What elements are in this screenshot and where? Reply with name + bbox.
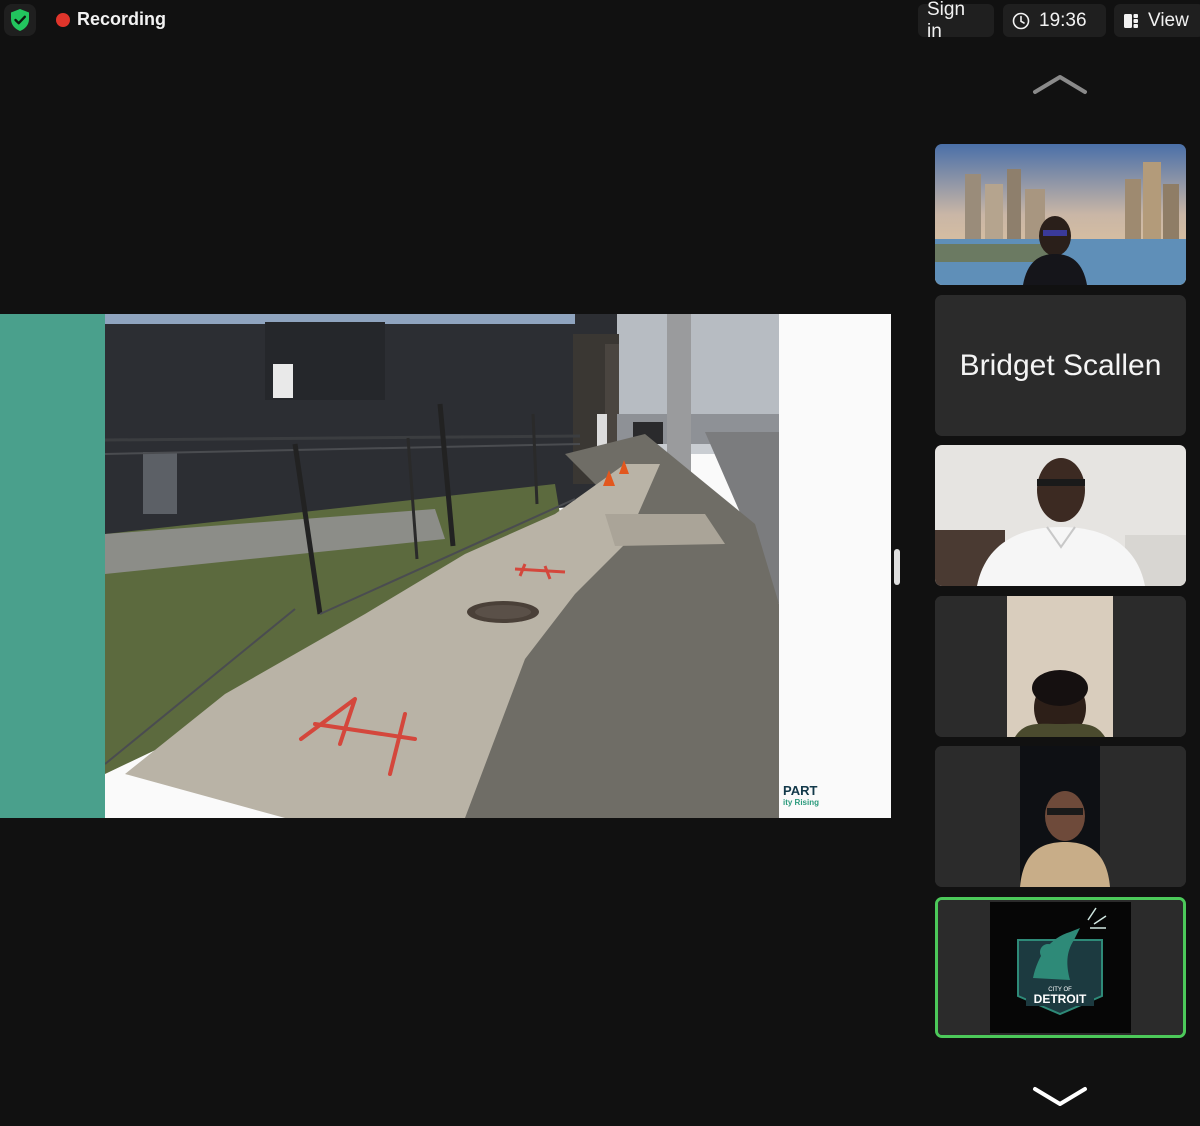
participant-tile-active-speaker[interactable]: CITY OF DETROIT — [935, 897, 1186, 1038]
security-shield-icon[interactable] — [4, 4, 36, 36]
brand-main-text: PART — [783, 783, 818, 798]
meeting-timer: 19:36 — [1003, 4, 1106, 37]
slide-sidewalk-photo — [105, 314, 779, 818]
slide-teal-panel — [0, 314, 105, 818]
recording-dot-icon — [56, 12, 70, 27]
view-layout-icon — [1124, 13, 1138, 28]
participant-video — [935, 445, 1186, 586]
timer-label: 19:36 — [1039, 9, 1087, 31]
participant-tile[interactable]: Bridget Scallen — [935, 295, 1186, 436]
logo-big-text: DETROIT — [1034, 992, 1087, 1006]
brand-sub-text: ity Rising — [783, 798, 820, 807]
recording-label: Recording — [77, 9, 167, 29]
view-label: View — [1148, 9, 1189, 31]
slide-brand-logo: PART ity Rising — [783, 784, 819, 807]
participant-tile[interactable] — [935, 445, 1186, 586]
scroll-down-chevron-icon[interactable] — [1030, 1085, 1090, 1109]
sign-in-button[interactable]: Sign in — [918, 0, 994, 42]
participant-tile[interactable] — [935, 144, 1186, 285]
shared-screen[interactable]: PART ity Rising — [0, 314, 891, 818]
participant-name: Bridget Scallen — [959, 348, 1162, 382]
recording-indicator[interactable]: Recording — [56, 9, 166, 30]
clock-icon — [1012, 12, 1030, 29]
participant-tile[interactable] — [935, 746, 1186, 887]
view-button[interactable]: View — [1114, 4, 1200, 37]
participant-tile[interactable] — [935, 596, 1186, 737]
splitter-handle[interactable] — [894, 549, 900, 585]
participant-video — [935, 144, 1186, 285]
participant-video — [935, 596, 1186, 737]
scroll-up-chevron-icon[interactable] — [1030, 72, 1090, 96]
participant-video: CITY OF DETROIT — [938, 900, 1183, 1035]
participant-video — [935, 746, 1186, 887]
sign-in-label: Sign in — [927, 0, 966, 42]
